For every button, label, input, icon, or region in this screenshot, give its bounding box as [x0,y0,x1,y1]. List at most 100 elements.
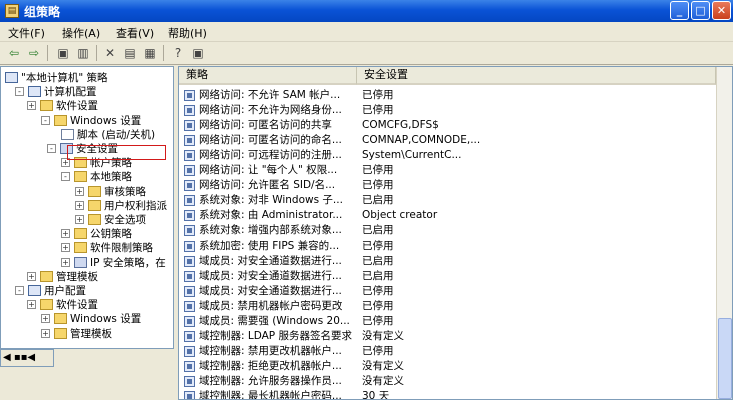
policy-icon [5,72,18,83]
maximize-button[interactable]: □ [691,1,710,20]
expand-icon[interactable]: + [61,257,70,267]
policy-setting-icon [184,391,195,399]
folder-icon [88,185,101,197]
policy-name: 系统对象: 由 Administrator... [199,209,343,222]
list-item[interactable]: 域成员: 需要强 (Windows 20... 已停用 [179,314,714,329]
policy-setting: 已停用 [362,299,394,312]
policy-name: 域控制器: 最长机器帐户密码... [199,390,342,400]
policy-setting-icon [184,315,195,327]
forward-arrow-icon[interactable]: ⇨ [26,45,42,61]
list-item[interactable]: 域控制器: 允许服务器操作员... 没有定义 [179,374,714,389]
list-item[interactable]: 网络访问: 不允许 SAM 帐户... 已停用 [179,88,714,103]
list-item[interactable]: 域成员: 对安全通道数据进行... 已停用 [179,284,714,299]
list-item[interactable]: 域成员: 禁用机器帐户密码更改 已停用 [179,299,714,314]
policy-name: 域控制器: LDAP 服务器签名要求 [199,329,352,342]
list-item[interactable]: 域成员: 对安全通道数据进行... 已启用 [179,269,714,284]
policy-name: 域控制器: 禁用更改机器帐户... [199,344,342,357]
list-item[interactable]: 网络访问: 不允许为网络身份... 已停用 [179,103,714,118]
policy-setting: 已停用 [362,239,394,252]
list-item[interactable]: 网络访问: 允许匿名 SID/名... 已停用 [179,178,714,193]
tree-item-label: 脚本 (启动/关机) [77,128,156,141]
folder-icon [88,199,101,211]
scroll-thumb[interactable] [718,318,732,399]
expand-icon[interactable]: + [41,314,50,324]
up-folder-icon[interactable]: ▣ [55,45,71,61]
menu-help[interactable]: 帮助(H) [168,25,207,41]
tree-item-label: 用户权利指派 [104,199,167,212]
menu-action[interactable]: 操作(A) [62,25,100,41]
column-header-policy[interactable]: 策略 [179,67,357,85]
list-item[interactable]: 域控制器: 禁用更改机器帐户... 已停用 [179,344,714,359]
expand-icon[interactable]: + [27,101,36,111]
collapse-icon[interactable]: - [15,286,24,295]
export-icon[interactable]: ▦ [142,45,158,61]
list-item[interactable]: 系统对象: 增强内部系统对象... 已启用 [179,223,714,238]
toolbar-separator [47,45,48,61]
close-button[interactable]: ✕ [712,1,731,20]
list-item[interactable]: 域控制器: LDAP 服务器签名要求 没有定义 [179,329,714,344]
column-header-setting[interactable]: 安全设置 [357,67,716,85]
policy-name: 网络访问: 可匿名访问的共享 [199,119,332,132]
expand-icon[interactable]: + [61,229,70,239]
policy-setting-icon [184,210,195,222]
expand-icon[interactable]: + [75,200,84,210]
collapse-icon[interactable]: - [47,144,56,153]
list-item[interactable]: 网络访问: 可匿名访问的共享 COMCFG,DFS$ [179,118,714,133]
policy-setting-icon [184,225,195,237]
folder-icon [54,313,67,325]
policy-setting: 已停用 [362,314,394,327]
policy-name: 网络访问: 让 "每个人" 权限... [199,164,338,177]
policy-setting: 没有定义 [362,374,404,387]
list-item[interactable]: 系统对象: 由 Administrator... Object creator [179,208,714,223]
collapse-icon[interactable]: - [61,172,70,182]
list-item[interactable]: 域成员: 对安全通道数据进行... 已启用 [179,254,714,269]
expand-icon[interactable]: + [27,271,36,281]
help-icon[interactable]: ? [170,45,186,61]
policy-setting: 已启用 [362,269,394,282]
vertical-scrollbar[interactable] [716,67,732,399]
collapse-icon[interactable]: - [15,87,24,97]
policy-setting-icon [184,345,195,357]
policy-setting: 没有定义 [362,329,404,342]
menu-bar: 文件(F) 操作(A) 查看(V) 帮助(H) [0,22,733,42]
properties-icon[interactable]: ▤ [122,45,138,61]
policy-name: 网络访问: 不允许为网络身份... [199,104,342,117]
folder-icon [74,242,87,254]
list-item[interactable]: 网络访问: 让 "每个人" 权限... 已停用 [179,163,714,178]
delete-icon[interactable]: ✕ [102,45,118,61]
list-item[interactable]: 系统加密: 使用 FIPS 兼容的... 已停用 [179,239,714,254]
policy-setting: COMNAP,COMNODE,... [362,134,481,147]
list-item[interactable]: 域控制器: 拒绝更改机器帐户... 没有定义 [179,359,714,374]
expand-icon[interactable]: + [27,300,36,310]
list-item[interactable]: 系统对象: 对非 Windows 子... 已启用 [179,193,714,208]
pc-icon [28,86,41,98]
menu-view[interactable]: 查看(V) [116,25,154,41]
minimize-button[interactable]: _ [670,1,689,20]
tree-horizontal-scrollbar[interactable]: ◀ ▪▪◀ [0,349,54,367]
tree-item-label: 审核策略 [104,185,146,198]
list-item[interactable]: 网络访问: 可匿名访问的命名... COMNAP,COMNODE,... [179,133,714,148]
policy-name: 系统加密: 使用 FIPS 兼容的... [199,239,340,252]
pc-icon [28,285,41,296]
policy-name: 域控制器: 允许服务器操作员... [199,374,342,387]
expand-icon[interactable]: + [61,243,70,253]
expand-icon[interactable]: + [75,215,84,224]
expand-icon[interactable]: + [41,328,50,338]
console-icon[interactable]: ▣ [190,45,206,61]
expand-icon[interactable]: + [75,186,84,196]
policy-name: 网络访问: 可匿名访问的命名... [199,134,342,147]
menu-file[interactable]: 文件(F) [8,25,45,41]
list-item[interactable]: 网络访问: 可远程访问的注册... System\CurrentC... [179,148,714,163]
collapse-icon[interactable]: - [41,115,50,125]
policy-setting-icon [184,195,195,207]
tree-item-label: Windows 设置 [70,313,142,326]
tree-item-label: IP 安全策略，在 [90,256,166,269]
policy-name: 域控制器: 拒绝更改机器帐户... [199,359,342,372]
gpedit-icon: ▤ [5,4,19,18]
tree-item-label: 本地策略 [90,171,132,184]
show-tree-icon[interactable]: ▥ [75,45,91,61]
policy-setting-icon [184,330,195,342]
back-arrow-icon[interactable]: ⇦ [6,45,22,61]
folder-icon [88,214,101,225]
list-item[interactable]: 域控制器: 最长机器帐户密码... 30 天 [179,389,714,400]
